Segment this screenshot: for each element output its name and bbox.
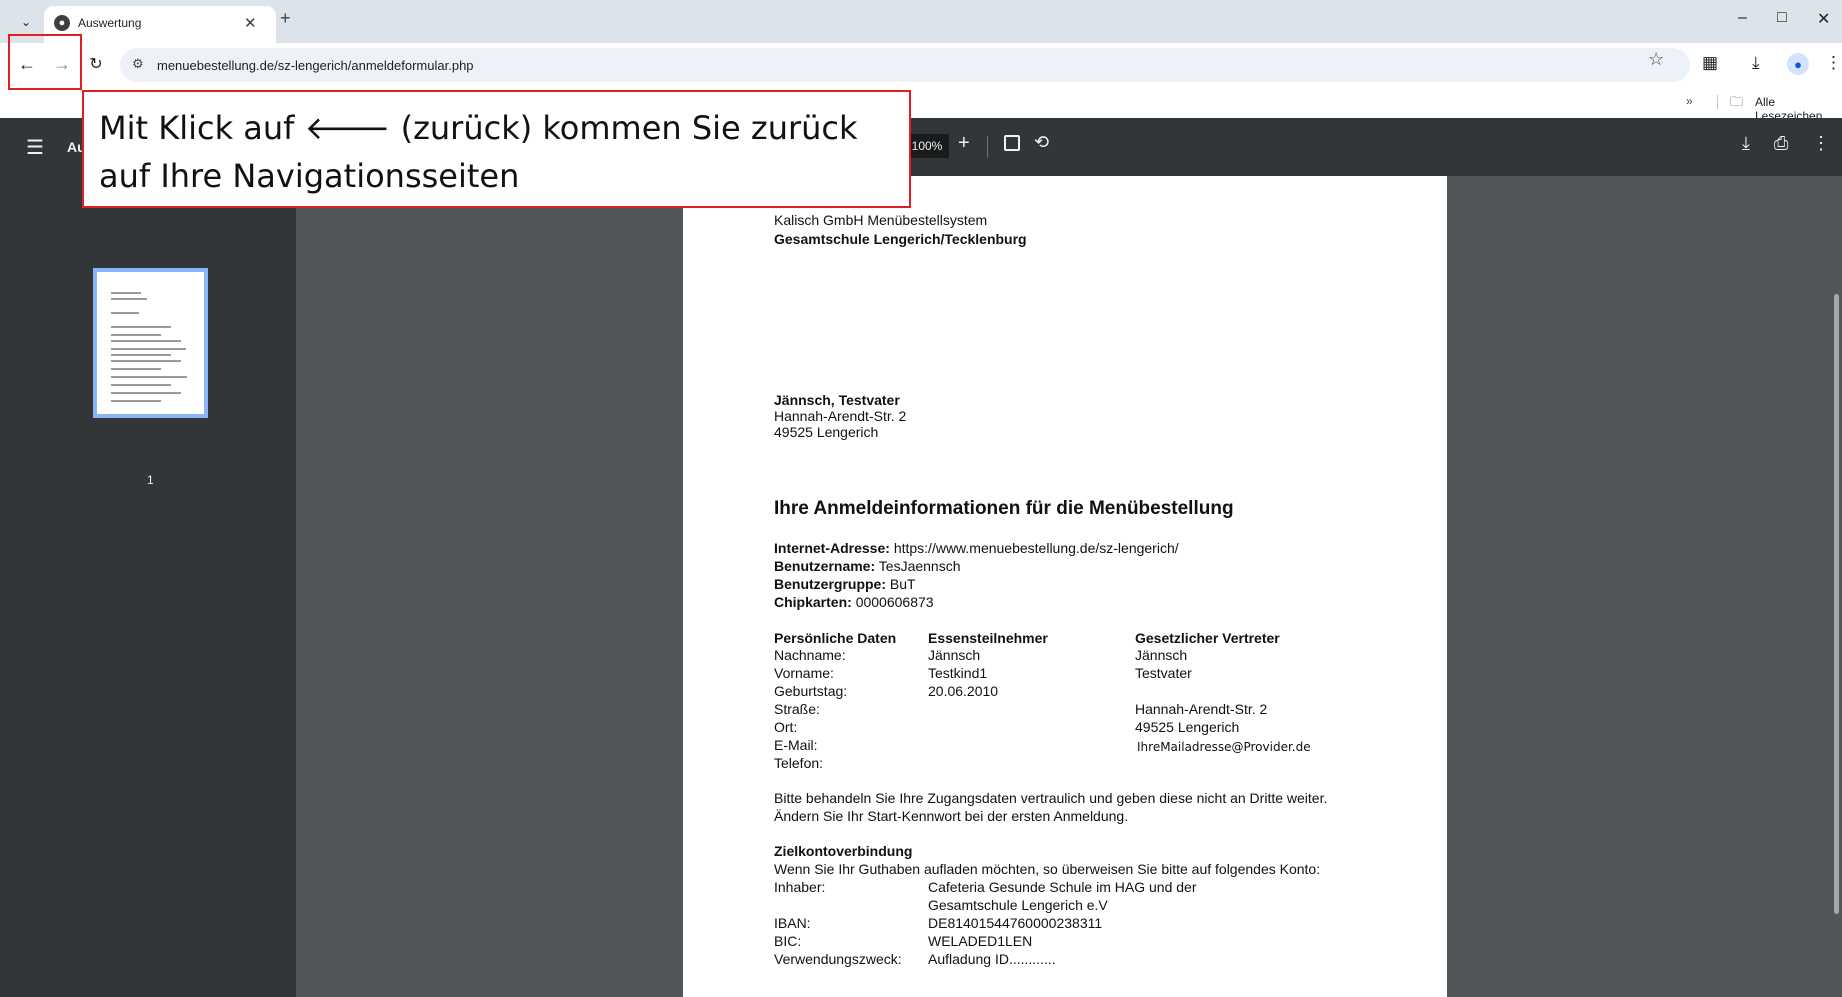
doc-header-company: Kalisch GmbH Menübestellsystem bbox=[774, 212, 988, 228]
site-settings-icon[interactable]: ⚙ bbox=[132, 56, 144, 72]
globe-icon: ● bbox=[54, 15, 70, 31]
account-label: Verwendungszweck: bbox=[774, 951, 902, 967]
notice-text: Ändern Sie Ihr Start-Kennwort bei der er… bbox=[774, 808, 1129, 824]
kebab-menu-icon[interactable]: ⋮ bbox=[1825, 53, 1842, 73]
rotate-icon[interactable]: ⟲ bbox=[1034, 132, 1049, 153]
tab-strip: ⌄ ● Auswertung ✕ + – □ ✕ bbox=[0, 0, 1842, 43]
chevron-icon[interactable]: » bbox=[1686, 94, 1693, 108]
table-cell: Jännsch bbox=[928, 647, 981, 663]
url-text[interactable]: menuebestellung.de/sz-lengerich/anmeldef… bbox=[157, 58, 474, 73]
account-value: Aufladung ID............ bbox=[928, 951, 1056, 967]
pdf-page: Kalisch GmbH Menübestellsystem Gesamtsch… bbox=[683, 176, 1447, 997]
account-value: Cafeteria Gesunde Schule im HAG und der bbox=[928, 879, 1197, 895]
account-label: BIC: bbox=[774, 933, 802, 949]
pdf-viewer: ☰ Au 100% + ⟲ ⤓ ⎙ ⋮ 1 Kalisch GmbH Menüb… bbox=[0, 118, 1842, 997]
table-header: Gesetzlicher Vertreter bbox=[1135, 630, 1280, 646]
browser-toolbar: ← → ↻ ⚙ menuebestellung.de/sz-lengerich/… bbox=[0, 43, 1842, 86]
kebab-menu-icon[interactable]: ⋮ bbox=[1812, 133, 1830, 154]
account-value: Gesamtschule Lengerich e.V bbox=[928, 897, 1108, 913]
address-bar[interactable]: ⚙ menuebestellung.de/sz-lengerich/anmeld… bbox=[120, 48, 1690, 82]
minimize-icon[interactable]: – bbox=[1738, 9, 1747, 27]
table-cell: Testvater bbox=[1135, 665, 1192, 681]
maximize-icon[interactable]: □ bbox=[1777, 9, 1787, 27]
info-row: Chipkarten: 0000606873 bbox=[774, 594, 934, 610]
extensions-icon[interactable]: ▦ bbox=[1702, 53, 1718, 73]
table-cell: Geburtstag: bbox=[774, 683, 848, 699]
download-icon[interactable]: ⤓ bbox=[1752, 53, 1760, 73]
thumbnail-sidebar: 1 bbox=[0, 176, 296, 997]
window-close-icon[interactable]: ✕ bbox=[1817, 9, 1830, 29]
table-header: Persönliche Daten bbox=[774, 630, 897, 646]
zoom-level[interactable]: 100% bbox=[905, 134, 949, 158]
page-thumbnail[interactable] bbox=[93, 268, 208, 418]
table-cell: Nachname: bbox=[774, 647, 846, 663]
folder-icon[interactable]: 🗀 bbox=[1730, 93, 1743, 115]
page-number: 1 bbox=[147, 473, 154, 487]
doc-header-school: Gesamtschule Lengerich/Tecklenburg bbox=[774, 231, 1027, 247]
print-icon[interactable]: ⎙ bbox=[1774, 133, 1788, 154]
doc-heading: Ihre Anmeldeinformationen für die Menübe… bbox=[774, 498, 1234, 519]
table-cell: Vorname: bbox=[774, 665, 834, 681]
email-value: IhreMailadresse@Provider.de bbox=[1137, 740, 1311, 754]
info-row: Benutzername: TesJaennsch bbox=[774, 558, 961, 574]
table-cell: Testkind1 bbox=[928, 665, 988, 681]
tab-search-icon[interactable]: ⌄ bbox=[14, 10, 38, 34]
table-cell: Ort: bbox=[774, 719, 798, 735]
new-tab-icon[interactable]: + bbox=[280, 8, 291, 29]
zoom-in-icon[interactable]: + bbox=[958, 132, 970, 155]
callout-text: Mit Klick auf 🡐 (zurück) kommen Sie zurü… bbox=[99, 104, 858, 200]
table-cell: Straße: bbox=[774, 701, 820, 717]
callout-line1: Mit Klick auf 🡐 (zurück) kommen Sie zurü… bbox=[99, 109, 858, 147]
reload-icon[interactable]: ↻ bbox=[84, 52, 108, 76]
account-value: DE81401544760000238311 bbox=[928, 915, 1103, 931]
table-cell: Telefon: bbox=[774, 755, 824, 771]
profile-icon[interactable]: ● bbox=[1787, 53, 1809, 75]
notice-text: Bitte behandeln Sie Ihre Zugangsdaten ve… bbox=[774, 790, 1328, 806]
table-header: Essensteilnehmer bbox=[928, 630, 1048, 646]
account-intro: Wenn Sie Ihr Guthaben aufladen möchten, … bbox=[774, 861, 1321, 877]
account-heading: Zielkontoverbindung bbox=[774, 843, 913, 859]
table-cell: 49525 Lengerich bbox=[1135, 719, 1240, 735]
account-value: WELADED1LEN bbox=[928, 933, 1033, 949]
close-icon[interactable]: ✕ bbox=[244, 14, 257, 32]
scrollbar-thumb[interactable] bbox=[1834, 294, 1839, 914]
table-cell: Jännsch bbox=[1135, 647, 1188, 663]
table-cell: E-Mail: bbox=[774, 737, 818, 753]
download-icon[interactable]: ⤓ bbox=[1742, 133, 1750, 154]
hamburger-icon[interactable]: ☰ bbox=[26, 135, 44, 160]
info-row: Benutzergruppe: BuT bbox=[774, 576, 916, 592]
table-cell: 20.06.2010 bbox=[928, 683, 999, 699]
star-icon[interactable]: ☆ bbox=[1648, 49, 1664, 70]
fit-page-icon[interactable] bbox=[1004, 135, 1020, 151]
tab-title: Auswertung bbox=[78, 16, 142, 30]
instruction-callout: Mit Klick auf 🡐 (zurück) kommen Sie zurü… bbox=[82, 90, 911, 208]
account-label: Inhaber: bbox=[774, 879, 826, 895]
address-name: Jännsch, Testvater bbox=[774, 392, 900, 408]
callout-line2: auf Ihre Navigationsseiten bbox=[99, 157, 520, 195]
table-cell: Hannah-Arendt-Str. 2 bbox=[1135, 701, 1268, 717]
address-city: 49525 Lengerich bbox=[774, 424, 879, 440]
address-street: Hannah-Arendt-Str. 2 bbox=[774, 408, 907, 424]
divider bbox=[1717, 95, 1718, 109]
account-label: IBAN: bbox=[774, 915, 811, 931]
info-row: Internet-Adresse: https://www.menuebeste… bbox=[774, 540, 1179, 556]
divider bbox=[987, 136, 988, 158]
back-button-highlight bbox=[8, 34, 82, 90]
